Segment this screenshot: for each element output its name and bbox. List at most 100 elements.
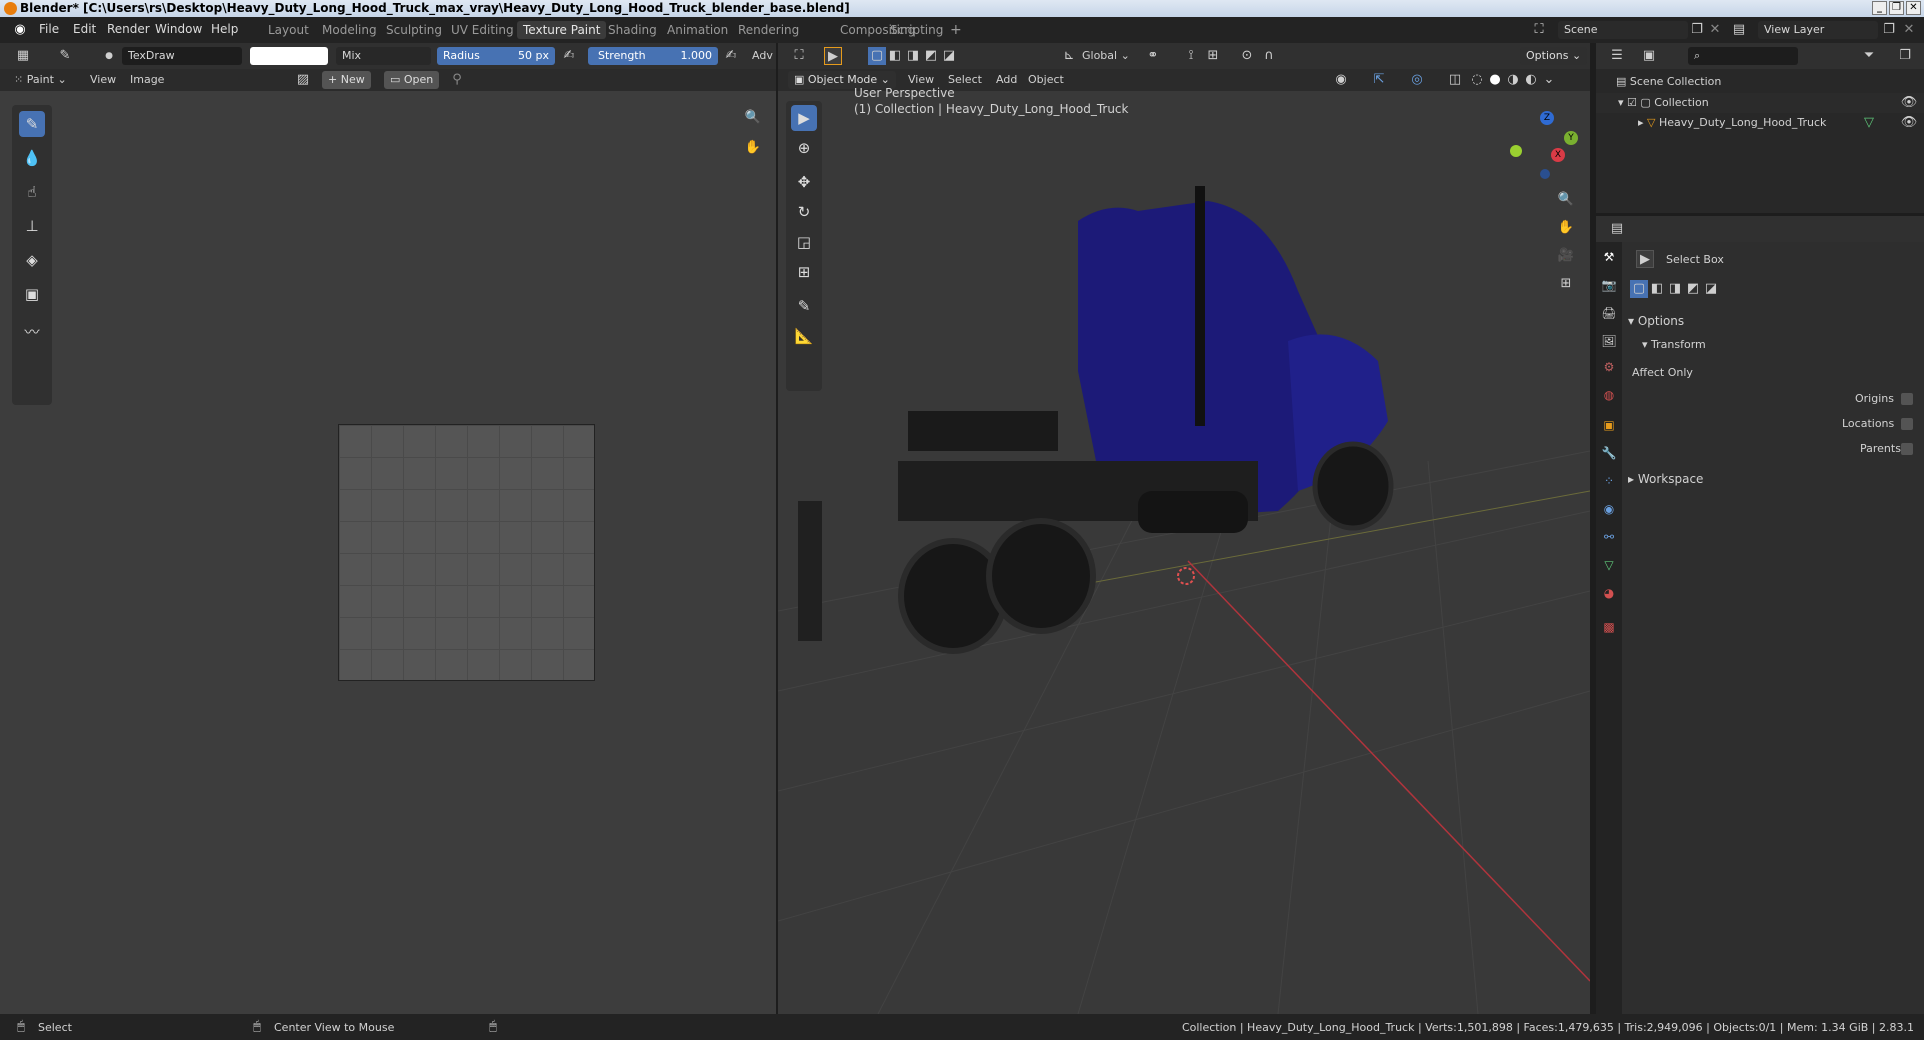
options-button[interactable]: Options ⌄ [1520, 47, 1588, 65]
open-image-button[interactable]: ▭ Open [384, 71, 440, 89]
annotate-tool-icon[interactable]: ✎ [791, 293, 817, 319]
menu-image[interactable]: Image [130, 73, 164, 86]
new-collection-icon[interactable]: ❐ [1896, 47, 1914, 65]
menu-render[interactable]: Render [107, 22, 150, 36]
scene-selector[interactable]: Scene [1558, 21, 1688, 39]
locations-checkbox[interactable] [1901, 418, 1913, 430]
parents-checkbox[interactable] [1901, 443, 1913, 455]
strength-slider[interactable]: Strength 1.000 [588, 47, 718, 65]
cursor-tool-icon[interactable]: ⊕ [791, 135, 817, 161]
soften-tool-icon[interactable]: 💧 [19, 145, 45, 171]
radius-slider[interactable]: Radius 50 px [437, 47, 555, 65]
data-tab-icon[interactable]: ▽ [1600, 556, 1618, 574]
gizmo-z-axis[interactable]: Z [1540, 111, 1554, 125]
falloff-icon[interactable]: ∩ [1260, 47, 1278, 65]
view-layer-selector[interactable]: View Layer [1758, 21, 1878, 39]
object-tab-icon[interactable]: ▣ [1600, 416, 1618, 434]
brush-color-swatch[interactable] [250, 47, 328, 65]
modifier-tab-icon[interactable]: 🔧 [1600, 444, 1618, 462]
gizmo-y-axis[interactable]: Y [1564, 131, 1578, 145]
tool-tab-icon[interactable]: ⚒ [1600, 248, 1618, 266]
scene-icon[interactable]: ⛶ [1530, 21, 1548, 39]
editor-type-icon[interactable]: ▦ [14, 47, 32, 65]
mesh-data-icon[interactable]: ▽ [1860, 114, 1878, 132]
filter-icon[interactable]: ⏷ [1860, 47, 1878, 65]
select-tool-icon[interactable]: ▶ [791, 105, 817, 131]
scene-tab-icon[interactable]: ⚙ [1600, 358, 1618, 376]
pin-icon[interactable]: ⚲ [448, 71, 466, 89]
gizmo-toggle-icon[interactable]: ⇱ [1370, 71, 1388, 89]
visibility-icon[interactable]: ◉ [1332, 71, 1350, 89]
view-layer-tab-icon[interactable]: 🖼 [1600, 332, 1618, 350]
move-tool-icon[interactable]: ✥ [791, 169, 817, 195]
advanced-panel-label[interactable]: Adv [752, 49, 773, 62]
rendered-shading-icon[interactable]: ◐ [1522, 71, 1540, 89]
tab-texture-paint[interactable]: Texture Paint [517, 21, 607, 39]
mode-new-icon[interactable]: ▢ [868, 47, 886, 65]
tab-uv-editing[interactable]: UV Editing [445, 21, 520, 39]
gizmo-neg-z[interactable] [1540, 169, 1550, 179]
radius-pressure-icon[interactable]: ✍ [560, 47, 578, 65]
delete-view-layer-icon[interactable]: ✕ [1900, 21, 1918, 39]
image-browse-icon[interactable]: ▨ [294, 71, 312, 89]
smear-tool-icon[interactable]: ☝ [19, 179, 45, 205]
eye-icon[interactable]: 👁 [1900, 94, 1918, 112]
xray-icon[interactable]: ◫ [1446, 71, 1464, 89]
brush-icon[interactable]: ✎ [56, 47, 74, 65]
pan-hand-icon[interactable]: ✋ [1557, 219, 1575, 237]
transform-orientation-icon[interactable]: ⊾ [1060, 47, 1078, 65]
select-box-icon[interactable]: ▶ [824, 47, 842, 65]
gizmo-x-axis[interactable]: X [1551, 148, 1565, 162]
menu-help[interactable]: Help [211, 22, 238, 36]
tab-sculpting[interactable]: Sculpting [380, 21, 448, 39]
physics-tab-icon[interactable]: ◉ [1600, 500, 1618, 518]
mask-tool-icon[interactable]: ▣ [19, 281, 45, 307]
mode-invert-icon[interactable]: ◩ [922, 47, 940, 65]
mode-extend-icon[interactable]: ◧ [886, 47, 904, 65]
menu-window[interactable]: Window [155, 22, 202, 36]
editor-type-icon[interactable]: ⛶ [790, 47, 808, 65]
scale-tool-icon[interactable]: ◲ [791, 229, 817, 255]
constraints-tab-icon[interactable]: ⚯ [1600, 528, 1618, 546]
strength-pressure-icon[interactable]: ✍ [722, 47, 740, 65]
close-icon[interactable]: ✕ [1906, 1, 1921, 15]
material-tab-icon[interactable]: ◕ [1600, 584, 1618, 602]
tab-shading[interactable]: Shading [602, 21, 663, 39]
camera-view-icon[interactable]: 🎥 [1557, 247, 1575, 265]
mode-subtract-icon[interactable]: ◨ [904, 47, 922, 65]
rotate-tool-icon[interactable]: ↻ [791, 199, 817, 225]
mode-new-icon[interactable]: ▢ [1630, 280, 1648, 298]
minimize-icon[interactable]: _ [1872, 1, 1887, 15]
workspace-panel-header[interactable]: ▸ Workspace [1628, 472, 1703, 486]
menu-edit[interactable]: Edit [73, 22, 96, 36]
navigation-gizmo[interactable]: Z Y X [1494, 105, 1578, 189]
outliner-search-input[interactable]: ⌕ [1688, 47, 1798, 65]
collection-row[interactable]: ▾ ☑ ▢ Collection 👁 [1596, 93, 1924, 113]
snap-icon[interactable]: ⟟ [1182, 47, 1200, 65]
delete-scene-icon[interactable]: ✕ [1706, 21, 1724, 39]
world-tab-icon[interactable]: ◍ [1600, 386, 1618, 404]
brush-name-field[interactable]: TexDraw [122, 47, 242, 65]
annotate-tool-icon[interactable]: 〰 [19, 319, 45, 345]
shading-options-icon[interactable]: ⌄ [1540, 71, 1558, 89]
zoom-icon[interactable]: 🔍 [1557, 191, 1575, 209]
tab-animation[interactable]: Animation [661, 21, 734, 39]
menu-view[interactable]: View [90, 73, 116, 86]
view-layer-icon[interactable]: ▤ [1730, 21, 1748, 39]
orientation-select[interactable]: Global ⌄ [1082, 49, 1130, 62]
snap-element-icon[interactable]: ⊞ [1204, 47, 1222, 65]
render-tab-icon[interactable]: 📷 [1600, 276, 1618, 294]
output-tab-icon[interactable]: 🖨 [1600, 304, 1618, 322]
zoom-icon[interactable]: 🔍 [744, 109, 762, 127]
3d-viewport[interactable]: ⛶ ▶ ▢ ◧ ◨ ◩ ◪ ⊾ Global ⌄ ⚭ ⟟ ⊞ ⊙ ∩ Optio… [778, 43, 1590, 1014]
mode-intersect-icon[interactable]: ◪ [1702, 280, 1720, 298]
pivot-icon[interactable]: ⚭ [1144, 47, 1162, 65]
menu-object[interactable]: Object [1028, 73, 1064, 86]
tab-layout[interactable]: Layout [262, 21, 315, 39]
truck-model[interactable] [798, 186, 1394, 654]
blend-mode-select[interactable]: Mix [336, 47, 431, 65]
add-workspace-icon[interactable]: + [944, 21, 968, 39]
mode-subtract-icon[interactable]: ◨ [1666, 280, 1684, 298]
scene-collection-row[interactable]: ▤ Scene Collection [1616, 75, 1721, 88]
blender-menu-icon[interactable]: ◉ [11, 21, 29, 39]
